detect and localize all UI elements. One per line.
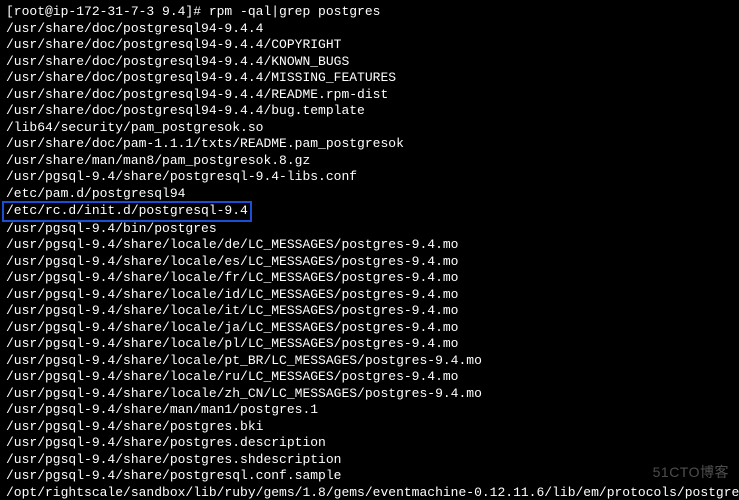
- shell-prompt: [root@ip-172-31-7-3 9.4]# rpm -qal|grep …: [6, 4, 380, 19]
- output-lines-before: /usr/share/doc/postgresql94-9.4.4 /usr/s…: [6, 21, 404, 201]
- highlighted-line: /etc/rc.d/init.d/postgresql-9.4: [2, 201, 252, 222]
- output-lines-after: /usr/pgsql-9.4/bin/postgres /usr/pgsql-9…: [6, 221, 739, 500]
- terminal-output[interactable]: [root@ip-172-31-7-3 9.4]# rpm -qal|grep …: [0, 0, 739, 500]
